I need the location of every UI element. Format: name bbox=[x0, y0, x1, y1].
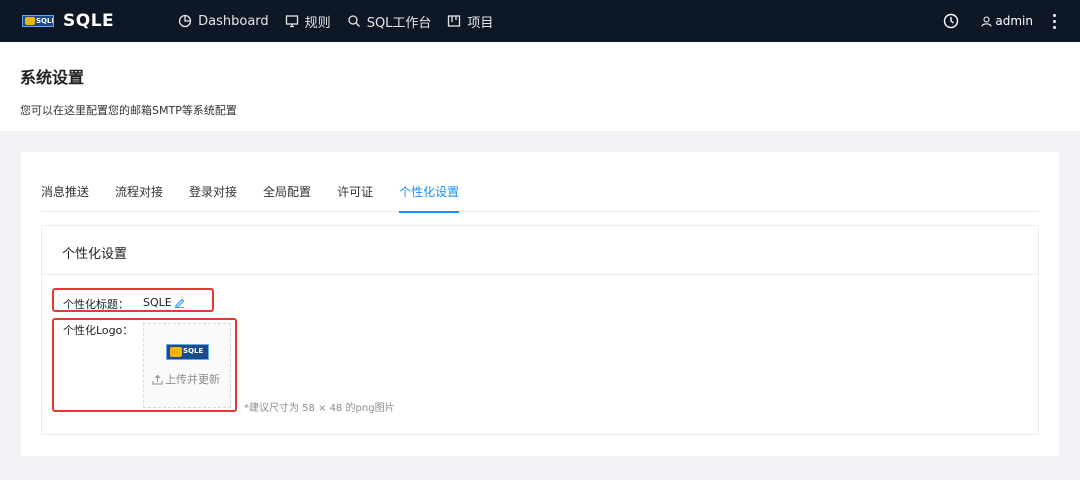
settings-tabs: 消息推送 流程对接 登录对接 全局配置 许可证 个性化设置 bbox=[41, 176, 1039, 213]
tab-license[interactable]: 许可证 bbox=[337, 176, 373, 212]
top-navbar: SQLE SQLE Dashboard 规则 SQL工作台 项目 admin bbox=[0, 0, 1080, 42]
edit-icon[interactable] bbox=[174, 297, 185, 308]
brand[interactable]: SQLE SQLE bbox=[22, 11, 114, 31]
logo-upload[interactable]: SQLE 上传并更新 bbox=[143, 323, 231, 408]
nav-item-label: Dashboard bbox=[198, 13, 269, 29]
username: admin bbox=[995, 14, 1033, 28]
dashboard-icon bbox=[178, 14, 192, 28]
app-logo: SQLE bbox=[22, 15, 54, 27]
search-icon bbox=[348, 15, 360, 27]
page-description: 您可以在这里配置您的邮箱SMTP等系统配置 bbox=[20, 104, 237, 117]
nav-item-projects[interactable]: 项目 bbox=[447, 12, 493, 31]
page-header: 系统设置 您可以在这里配置您的邮箱SMTP等系统配置 bbox=[0, 42, 1080, 131]
user-menu[interactable]: admin bbox=[981, 14, 1033, 28]
nav-item-label: 项目 bbox=[467, 15, 494, 31]
app-name: SQLE bbox=[63, 11, 115, 31]
section-title: 个性化设置 bbox=[62, 247, 128, 262]
user-icon bbox=[981, 15, 992, 27]
settings-card: 消息推送 流程对接 登录对接 全局配置 许可证 个性化设置 个性化设置 个性化标… bbox=[21, 152, 1059, 456]
tab-personalization[interactable]: 个性化设置 bbox=[399, 176, 460, 213]
upload-icon bbox=[152, 374, 163, 384]
nav-item-label: 规则 bbox=[304, 15, 331, 31]
logo-label: 个性化Logo： bbox=[63, 324, 134, 337]
monitor-icon bbox=[285, 15, 298, 28]
title-label: 个性化标题： bbox=[63, 298, 129, 311]
nav-item-sql-workbench[interactable]: SQL工作台 bbox=[347, 12, 432, 31]
tab-global-config[interactable]: 全局配置 bbox=[263, 176, 311, 212]
divider bbox=[42, 274, 1038, 275]
tab-process-integration[interactable]: 流程对接 bbox=[115, 176, 163, 212]
tab-message-push[interactable]: 消息推送 bbox=[41, 176, 89, 212]
nav-item-dashboard[interactable]: Dashboard bbox=[178, 12, 269, 31]
more-menu-icon[interactable] bbox=[1053, 13, 1056, 29]
upload-button[interactable]: 上传并更新 bbox=[152, 371, 220, 387]
page-title: 系统设置 bbox=[20, 68, 85, 87]
nav-item-rules[interactable]: 规则 bbox=[285, 12, 331, 31]
logo-size-hint: *建议尺寸为 58 × 48 的png图片 bbox=[244, 403, 395, 414]
title-value: SQLE bbox=[143, 296, 185, 309]
main-nav: Dashboard 规则 SQL工作台 项目 bbox=[178, 12, 509, 31]
logo-preview: SQLE bbox=[166, 344, 209, 360]
history-icon[interactable] bbox=[943, 13, 959, 29]
tab-login-integration[interactable]: 登录对接 bbox=[189, 176, 237, 212]
title-value-text: SQLE bbox=[143, 296, 172, 309]
nav-item-label: SQL工作台 bbox=[366, 15, 432, 31]
upload-label: 上传并更新 bbox=[165, 373, 220, 386]
project-icon bbox=[448, 15, 461, 27]
personalization-panel: 个性化设置 个性化标题： SQLE 个性化Logo： SQLE 上传并更新 *建… bbox=[41, 225, 1039, 435]
